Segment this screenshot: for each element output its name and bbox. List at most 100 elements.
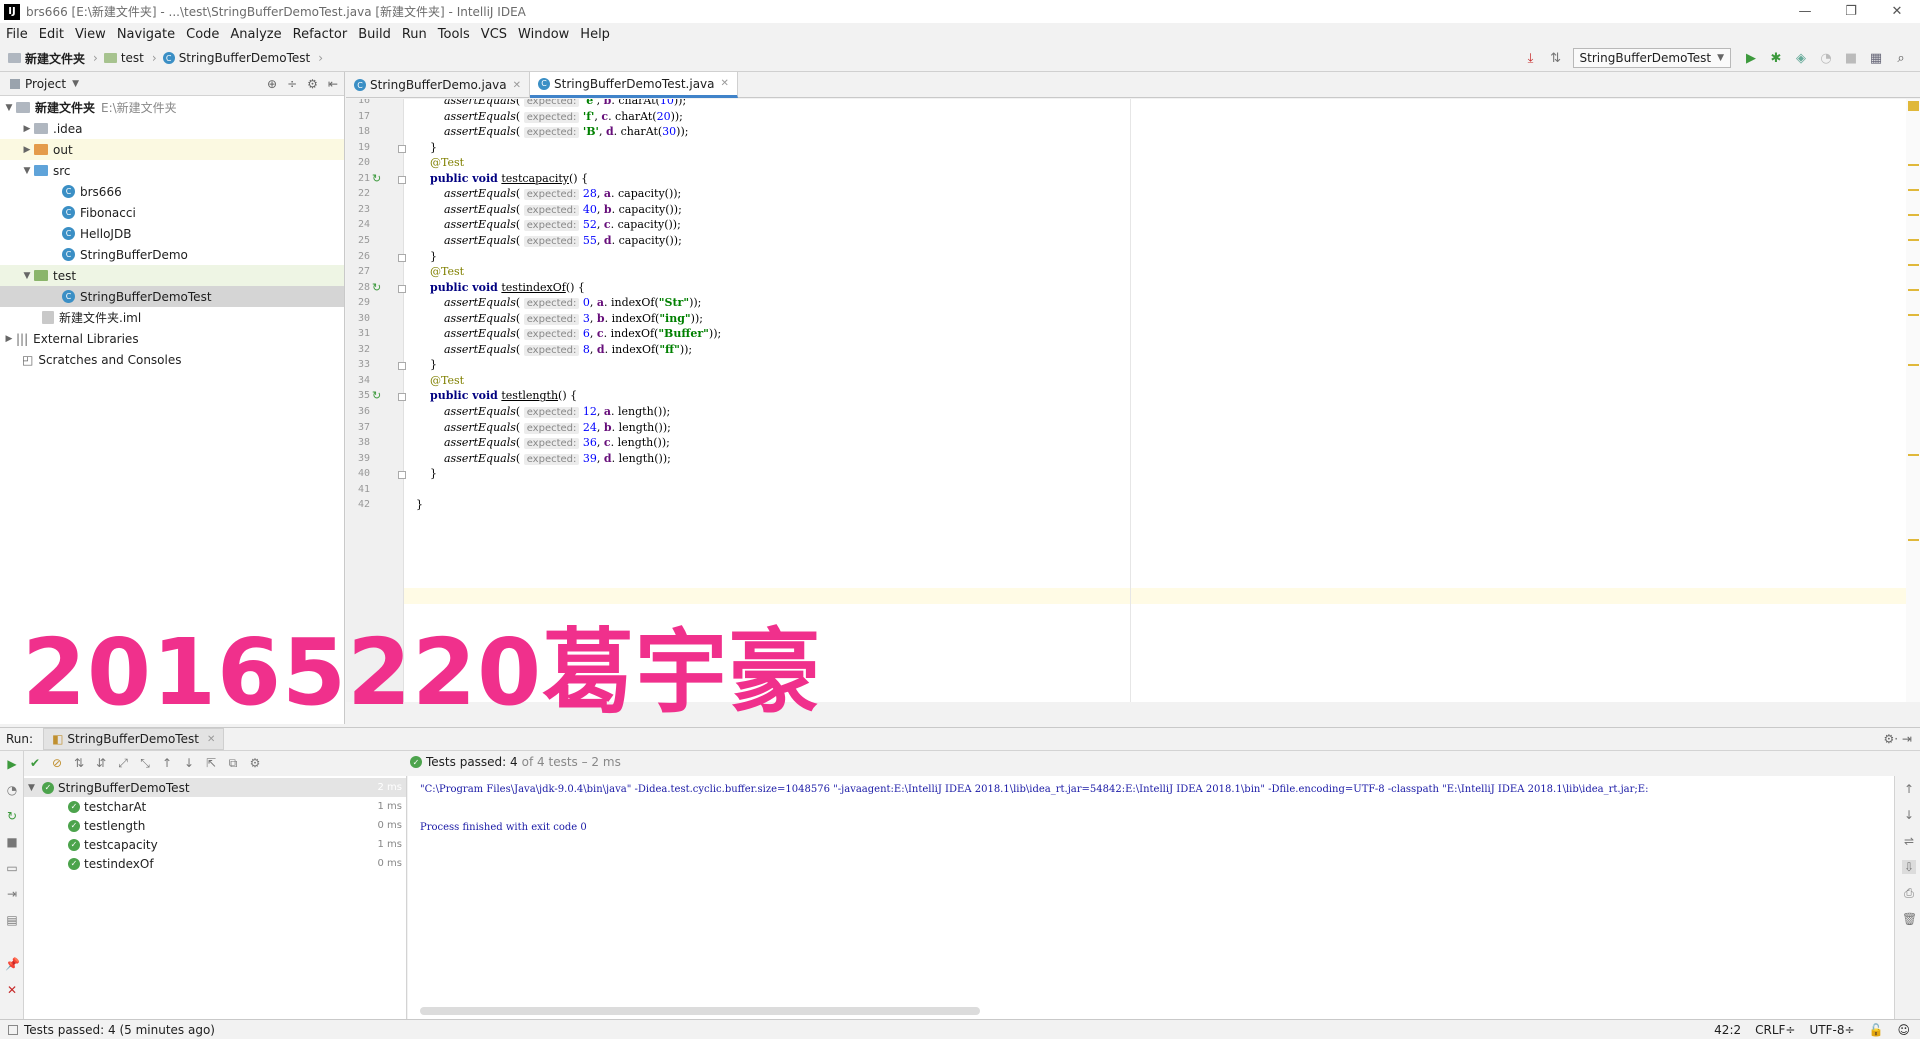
run-test-gutter-icon[interactable]: ↻ — [372, 389, 384, 402]
profile-icon[interactable]: ◔ — [1815, 48, 1837, 68]
menu-build[interactable]: Build — [358, 27, 391, 42]
close-button[interactable]: ✕ — [1874, 0, 1920, 23]
menu-window[interactable]: Window — [518, 27, 569, 42]
breadcrumb-class[interactable]: C StringBufferDemoTest — [162, 51, 310, 65]
run-icon[interactable]: ▶ — [1740, 48, 1762, 68]
test-row-root[interactable]: ▼ ✓ StringBufferDemoTest 2 ms — [24, 778, 406, 797]
menu-navigate[interactable]: Navigate — [117, 27, 175, 42]
tree-item-src[interactable]: ▼ src — [0, 160, 344, 181]
project-structure-icon[interactable]: ▦ — [1865, 48, 1887, 68]
debug-icon[interactable]: ✱ — [1765, 48, 1787, 68]
run-config-select[interactable]: StringBufferDemoTest ▼ — [1572, 48, 1731, 68]
tree-item-test[interactable]: ▼ test — [0, 265, 344, 286]
fold-marker[interactable] — [398, 471, 406, 480]
warning-marker[interactable] — [1908, 101, 1919, 111]
previous-test-icon[interactable]: ↑ — [156, 756, 178, 770]
menu-edit[interactable]: Edit — [39, 27, 64, 42]
stripe-marker[interactable] — [1908, 214, 1919, 216]
panel-toggle-icon[interactable] — [8, 1024, 18, 1035]
close-icon[interactable]: ✕ — [5, 983, 19, 997]
tab-stringbufferdemotest[interactable]: C StringBufferDemoTest.java ✕ — [530, 72, 738, 98]
pin-icon[interactable]: 📌 — [5, 957, 20, 971]
stripe-marker[interactable] — [1908, 314, 1919, 316]
project-panel-title[interactable]: Project — [25, 77, 66, 91]
stripe-marker[interactable] — [1908, 189, 1919, 191]
menu-analyze[interactable]: Analyze — [230, 27, 281, 42]
soft-wrap-icon[interactable]: ⇌ — [1902, 834, 1916, 848]
restore-button[interactable]: ❐ — [1828, 0, 1874, 23]
breadcrumb-root[interactable]: 新建文件夹 — [8, 50, 85, 67]
sort-alpha-icon[interactable]: ⇅ — [68, 756, 90, 770]
tree-item-iml[interactable]: 新建文件夹.iml — [0, 307, 344, 328]
fold-marker[interactable] — [398, 253, 406, 262]
file-encoding[interactable]: UTF-8÷ — [1809, 1023, 1854, 1037]
stripe-marker[interactable] — [1908, 289, 1919, 291]
lock-icon[interactable]: 🔓 — [1869, 1023, 1884, 1037]
inspector-icon[interactable]: ☺ — [1897, 1023, 1910, 1037]
arrow-down-icon[interactable]: ↓ — [1902, 808, 1916, 822]
toggle-auto-test-icon[interactable]: ↻ — [5, 809, 19, 823]
menu-help[interactable]: Help — [580, 27, 610, 42]
test-row[interactable]: ✓ testcharAt 1 ms — [24, 797, 406, 816]
caret-position[interactable]: 42:2 — [1714, 1023, 1741, 1037]
arrow-up-icon[interactable]: ↑ — [1902, 782, 1916, 796]
close-icon[interactable]: ✕ — [207, 734, 215, 745]
layout-icon[interactable]: ▤ — [5, 913, 19, 927]
dump-threads-icon[interactable]: ▭ — [5, 861, 19, 875]
menu-tools[interactable]: Tools — [438, 27, 470, 42]
collapse-all-icon[interactable]: ⤡ — [134, 756, 156, 771]
tree-item-stringbufferdemo[interactable]: C StringBufferDemo — [0, 244, 344, 265]
menu-view[interactable]: View — [75, 27, 106, 42]
menu-code[interactable]: Code — [186, 27, 219, 42]
stop-icon[interactable]: ■ — [5, 835, 19, 849]
show-ignored-icon[interactable]: ⊘ — [46, 756, 68, 770]
run-test-gutter-icon[interactable]: ↻ — [372, 281, 384, 294]
sort-duration-icon[interactable]: ⇵ — [90, 756, 112, 770]
menu-vcs[interactable]: VCS — [481, 27, 507, 42]
tree-item-scratches[interactable]: ◰ Scratches and Consoles — [0, 349, 344, 370]
tree-item-external-libraries[interactable]: ▶ ||| External Libraries — [0, 328, 344, 349]
tree-item-out[interactable]: ▶ out — [0, 139, 344, 160]
stripe-marker[interactable] — [1908, 364, 1919, 366]
gear-icon[interactable]: ⚙· ⇥ — [1884, 732, 1912, 746]
next-test-icon[interactable]: ↓ — [178, 756, 200, 770]
sort-icon[interactable]: ⇅ — [1545, 48, 1567, 68]
scroll-to-end-icon[interactable]: ⇩ — [1902, 860, 1916, 874]
menu-refactor[interactable]: Refactor — [293, 27, 348, 42]
stripe-marker[interactable] — [1908, 454, 1919, 456]
tree-item-hellojdb[interactable]: C HelloJDB — [0, 223, 344, 244]
fold-marker[interactable] — [398, 144, 406, 153]
close-icon[interactable]: ✕ — [513, 80, 521, 91]
test-row[interactable]: ✓ testlength 0 ms — [24, 816, 406, 835]
settings-icon[interactable]: ⚙ — [244, 756, 266, 770]
show-passed-icon[interactable]: ✔ — [24, 756, 46, 770]
export-icon[interactable]: ⇱ — [200, 756, 222, 770]
stripe-marker[interactable] — [1908, 264, 1919, 266]
tree-item-fibonacci[interactable]: C Fibonacci — [0, 202, 344, 223]
print-icon[interactable]: ⎙ — [1902, 886, 1916, 901]
horizontal-scrollbar[interactable] — [420, 1007, 980, 1015]
minimize-button[interactable]: — — [1782, 0, 1828, 23]
gear-icon[interactable]: ⚙ — [307, 77, 318, 91]
tree-item-root[interactable]: ▼ 新建文件夹 E:\新建文件夹 — [0, 97, 344, 118]
import-icon[interactable]: ⧉ — [222, 756, 244, 771]
stripe-marker[interactable] — [1908, 164, 1919, 166]
breadcrumb-test[interactable]: test — [103, 51, 144, 65]
close-icon[interactable]: ✕ — [721, 78, 729, 89]
fold-marker[interactable] — [398, 393, 406, 402]
rerun-icon[interactable]: ▶ — [5, 757, 19, 771]
tree-item-brs666[interactable]: C brs666 — [0, 181, 344, 202]
menu-file[interactable]: File — [6, 27, 28, 42]
rerun-failed-icon[interactable]: ◔ — [5, 783, 19, 797]
download-icon[interactable]: ⤓ — [1520, 48, 1542, 68]
line-separator[interactable]: CRLF÷ — [1755, 1023, 1795, 1037]
locate-icon[interactable]: ⊕ — [267, 77, 277, 91]
test-row[interactable]: ✓ testcapacity 1 ms — [24, 835, 406, 854]
expand-all-icon[interactable]: ⤢ — [112, 756, 134, 771]
fold-marker[interactable] — [398, 175, 406, 184]
tree-item-stringbufferdemotest[interactable]: C StringBufferDemoTest — [0, 286, 344, 307]
exit-icon[interactable]: ⇥ — [5, 887, 19, 901]
stripe-marker[interactable] — [1908, 239, 1919, 241]
menu-run[interactable]: Run — [402, 27, 427, 42]
fold-marker[interactable] — [398, 362, 406, 371]
